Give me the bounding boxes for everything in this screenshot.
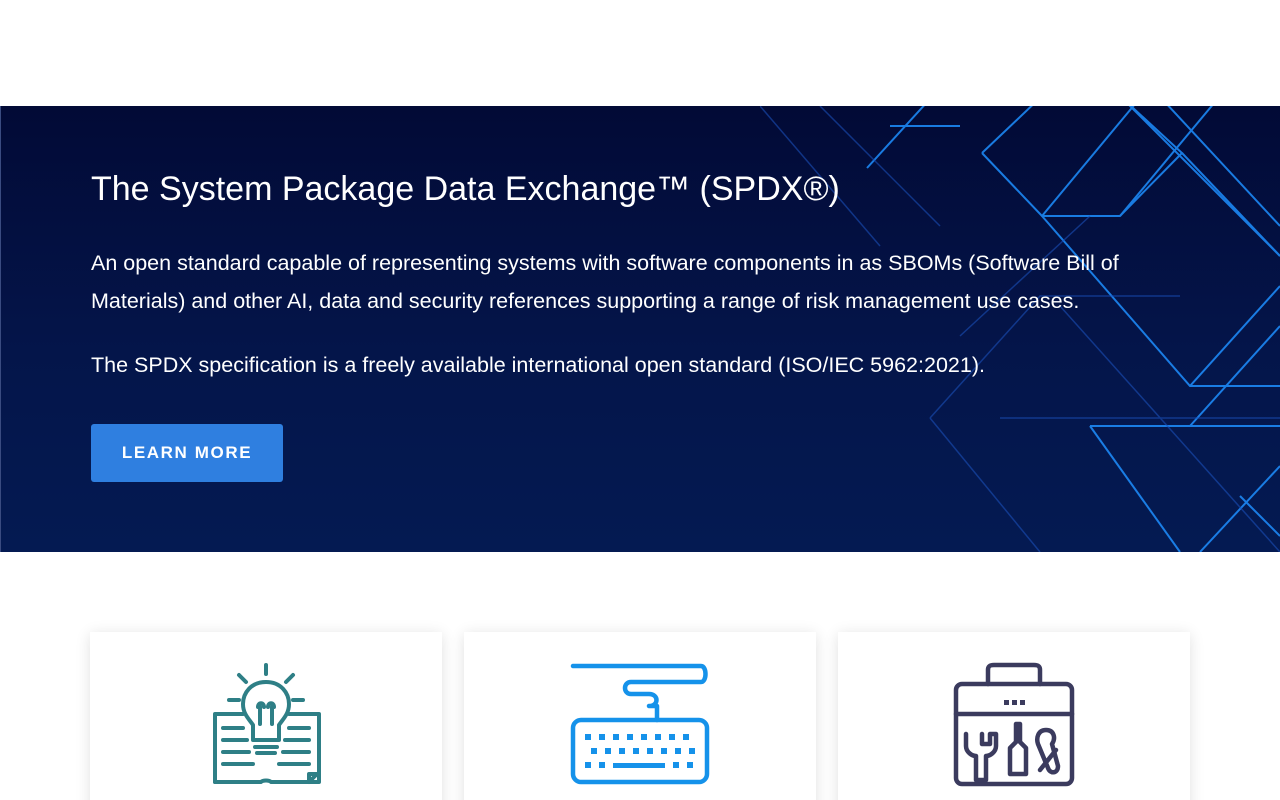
keyboard-icon [570, 663, 710, 785]
feature-card-learn[interactable] [90, 632, 442, 800]
page-title: The System Package Data Exchange™ (SPDX®… [91, 170, 840, 208]
hero-banner: The System Package Data Exchange™ (SPDX®… [0, 106, 1280, 552]
feature-card-tools[interactable] [838, 632, 1190, 800]
feature-card-code[interactable] [464, 632, 816, 800]
feature-cards [90, 632, 1190, 800]
learn-more-button[interactable]: LEARN MORE [91, 424, 283, 482]
toolbox-icon [953, 662, 1075, 787]
book-lightbulb-icon [213, 663, 321, 784]
hero-standard-note: The SPDX specification is a freely avail… [91, 353, 985, 377]
top-header-area [0, 0, 1280, 106]
hero-description: An open standard capable of representing… [91, 251, 1119, 313]
